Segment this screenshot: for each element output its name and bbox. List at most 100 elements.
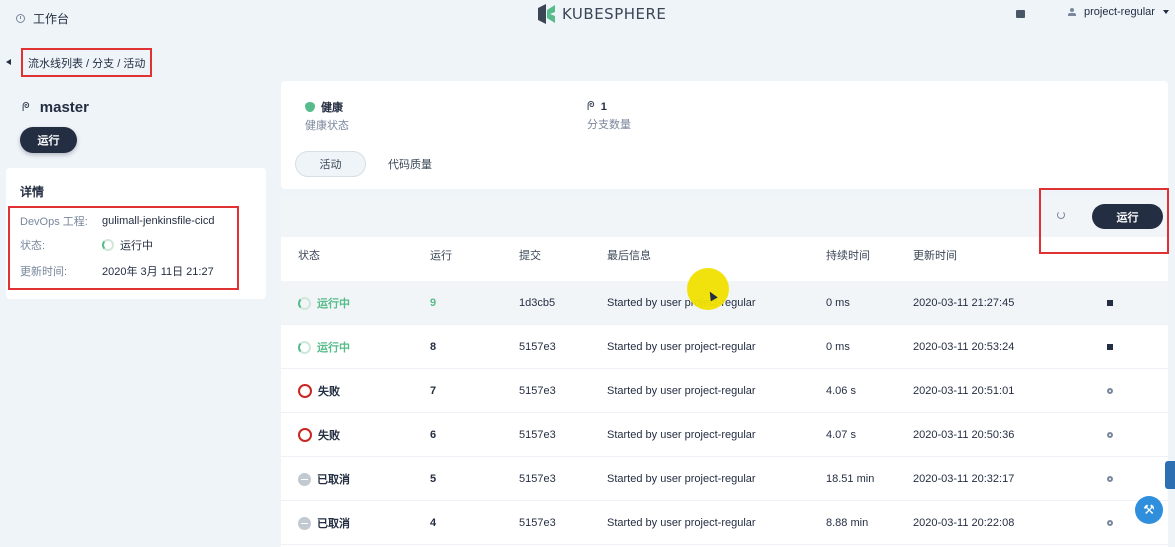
row-duration: 18.51 min [826,473,875,485]
rerun-icon[interactable] [1107,520,1113,526]
activity-table-card: 运行 状态 运行 提交 最后信息 持续时间 更新时间 运行中 9 1d3cb5 Sta… [281,197,1168,547]
row-duration: 0 ms [826,297,850,309]
branch-header: ᖘ master 运行 [0,83,266,167]
row-run-number[interactable]: 6 [430,413,436,457]
notification-icon[interactable] [1016,10,1025,18]
stop-icon[interactable] [1107,344,1113,350]
branch-icon: ᖘ [587,99,595,113]
row-action[interactable] [1107,457,1113,501]
row-commit[interactable]: 5157e3 [519,457,556,501]
user-menu[interactable]: project-regular [1068,6,1169,18]
row-action[interactable] [1107,281,1113,325]
row-status: 失败 [298,369,340,413]
header-status: 状态 [298,250,320,262]
row-commit[interactable]: 1d3cb5 [519,281,555,325]
kubesphere-logo[interactable]: KUBESPHERE [538,4,666,24]
chevron-down-icon [1162,10,1169,14]
row-status: 失败 [298,413,340,457]
rerun-icon[interactable] [1107,476,1113,482]
annotation-box-run [1039,188,1169,254]
run-branch-button[interactable]: 运行 [20,127,77,153]
workbench-label: 工作台 [33,12,70,26]
row-run-number[interactable]: 8 [430,325,436,369]
hammer-icon: ⚒ [1143,502,1155,517]
annotation-box-details [8,206,239,290]
branch-title: ᖘ master [22,99,89,116]
row-commit[interactable]: 5157e3 [519,413,556,457]
user-name: project-regular [1084,6,1155,18]
row-run-number[interactable]: 9 [430,281,436,325]
workbench-link[interactable]: 工作台 [16,10,69,27]
health-label: 健康状态 [305,120,349,132]
kubesphere-logo-icon [538,4,555,24]
branch-name: master [39,99,89,116]
table-row[interactable]: 已取消 4 5157e3 Started by user project-regula… [281,501,1168,545]
row-action[interactable] [1107,413,1113,457]
row-run-number[interactable]: 5 [430,457,436,501]
row-status: 运行中 [298,325,350,369]
cursor-highlight [687,268,729,310]
failed-status-icon [298,428,312,442]
header-duration: 持续时间 [826,250,870,262]
branch-count-label: 分支数量 [587,119,631,131]
header-message: 最后信息 [607,250,651,262]
row-action[interactable] [1107,369,1113,413]
top-bar: 工作台 KUBESPHERE project-regular [0,0,1175,36]
back-arrow-icon[interactable] [6,59,11,65]
row-commit[interactable]: 5157e3 [519,325,556,369]
row-status: 已取消 [298,501,350,545]
row-updated: 2020-03-11 20:51:01 [913,385,1015,397]
row-status-text: 失败 [318,386,340,398]
row-run-number[interactable]: 7 [430,369,436,413]
table-row[interactable]: 已取消 5 5157e3 Started by user project-regula… [281,457,1168,501]
row-commit[interactable]: 5157e3 [519,369,556,413]
cancelled-status-icon [298,472,311,486]
row-commit[interactable]: 5157e3 [519,501,556,545]
row-action[interactable] [1107,325,1113,369]
row-status-text: 失败 [318,430,340,442]
workbench-icon [16,14,25,23]
row-duration: 0 ms [826,341,850,353]
stop-icon[interactable] [1107,300,1113,306]
side-widget[interactable] [1165,461,1175,489]
row-updated: 2020-03-11 20:50:36 [913,429,1015,441]
user-icon [1068,7,1076,17]
branch-count-value: 1 [600,100,607,113]
row-message: Started by user project-regular [607,517,756,529]
table-row[interactable]: 失败 7 5157e3 Started by user project-regular… [281,369,1168,413]
health-stat: 健康 健康状态 [305,99,349,133]
logo-text: KUBESPHERE [562,5,667,23]
row-duration: 4.07 s [826,429,856,441]
health-value: 健康 [321,102,343,114]
row-status-text: 已取消 [317,518,350,530]
tab-bar: 活动 代码质量 [295,151,432,177]
row-message: Started by user project-regular [607,385,756,397]
row-duration: 4.06 s [826,385,856,397]
row-run-number[interactable]: 4 [430,501,436,545]
row-message: Started by user project-regular [607,429,756,441]
row-status-text: 已取消 [317,474,350,486]
header-run: 运行 [430,250,452,262]
row-action[interactable] [1107,501,1113,545]
row-message: Started by user project-regular [607,297,756,309]
running-status-icon [298,296,311,310]
row-status: 运行中 [298,281,350,325]
row-status-text: 运行中 [317,298,350,310]
help-button[interactable]: ⚒ [1135,496,1163,524]
row-updated: 2020-03-11 20:32:17 [913,473,1015,485]
table-row[interactable]: 运行中 8 5157e3 Started by user project-regula… [281,325,1168,369]
table-row[interactable]: 失败 6 5157e3 Started by user project-regular… [281,413,1168,457]
branch-count-stat: ᖘ 1 分支数量 [587,99,631,132]
row-status: 已取消 [298,457,350,501]
rerun-icon[interactable] [1107,432,1113,438]
row-updated: 2020-03-11 21:27:45 [913,297,1015,309]
failed-status-icon [298,384,312,398]
tab-activity[interactable]: 活动 [295,151,366,177]
breadcrumb[interactable]: 流水线列表 / 分支 / 活动 [21,48,153,77]
breadcrumb-text[interactable]: 流水线列表 / 分支 / 活动 [28,55,145,71]
tab-code-quality[interactable]: 代码质量 [388,156,432,172]
rerun-icon[interactable] [1107,388,1113,394]
health-heart-icon [305,102,315,112]
running-status-icon [298,340,311,354]
row-updated: 2020-03-11 20:22:08 [913,517,1015,529]
